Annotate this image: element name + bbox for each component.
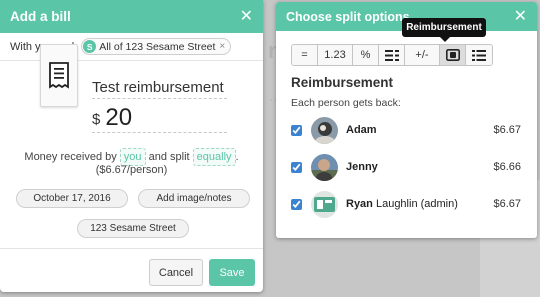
- split-heading: Reimbursement: [291, 75, 394, 90]
- tab-exact-label: 1.23: [324, 49, 346, 61]
- person-row-adam: Adam $6.67: [291, 115, 521, 145]
- group-badge-icon: S: [83, 40, 97, 53]
- split-method-tabs: = 1.23 % +/-: [291, 44, 493, 66]
- person-amount-jenny: $6.66: [493, 161, 521, 173]
- save-button[interactable]: Save: [209, 259, 255, 286]
- add-bill-footer: Cancel Save: [0, 248, 263, 292]
- split-subheading: Each person gets back:: [291, 97, 401, 109]
- tab-equal-label: =: [301, 49, 308, 61]
- cancel-button[interactable]: Cancel: [149, 259, 203, 286]
- group-chip[interactable]: S All of 123 Sesame Street ×: [81, 38, 232, 55]
- person-row-jenny: Jenny $6.66: [291, 152, 521, 182]
- person-amount-adam: $6.67: [493, 124, 521, 136]
- tab-percent[interactable]: %: [353, 45, 379, 65]
- group-chip-label: All of 123 Sesame Street: [99, 40, 216, 53]
- sentence-prefix: Money received by: [24, 151, 117, 163]
- shares-icon: [384, 49, 399, 61]
- add-bill-header: Add a bill ✕: [0, 0, 263, 33]
- remove-group-icon[interactable]: ×: [219, 41, 225, 52]
- person-name-ryan: Ryan Laughlin (admin): [346, 198, 458, 210]
- person-checkbox-jenny[interactable]: [291, 161, 302, 173]
- close-add-bill-icon[interactable]: ✕: [240, 8, 253, 25]
- add-bill-title: Add a bill: [10, 9, 71, 24]
- reimbursement-tooltip: Reimbursement: [402, 18, 486, 42]
- tab-reimbursement[interactable]: [440, 45, 466, 65]
- person-amount-ryan: $6.67: [493, 198, 521, 210]
- amount-input[interactable]: [105, 104, 206, 132]
- person-name-ryan-suffix: Laughlin (admin): [372, 198, 458, 210]
- person-checkbox-adam[interactable]: [291, 124, 302, 136]
- sentence-suffix: .: [235, 151, 239, 163]
- split-options-dialog: Choose split options ✕ Reimbursement = 1…: [276, 2, 537, 238]
- person-name-jenny: Jenny: [346, 161, 378, 173]
- tab-adjustment-label: +/-: [415, 49, 429, 61]
- add-image-notes-button[interactable]: Add image/notes: [138, 189, 250, 208]
- avatar-adam: [311, 116, 338, 144]
- description-input[interactable]: [92, 77, 227, 99]
- split-options-title: Choose split options: [286, 9, 410, 24]
- avatar-ryan: [311, 190, 338, 218]
- currency-symbol: $: [92, 111, 101, 128]
- tab-percent-label: %: [360, 49, 371, 61]
- close-split-options-icon[interactable]: ✕: [514, 8, 527, 25]
- sentence-middle: and split: [148, 151, 190, 163]
- tab-itemized[interactable]: [466, 45, 492, 65]
- per-person-amount: ($6.67/person): [95, 164, 168, 176]
- add-bill-dialog: Add a bill ✕ With you and: S All of 123 …: [0, 0, 263, 292]
- amount-field-wrap: $: [92, 103, 227, 133]
- tab-adjustment[interactable]: +/-: [405, 45, 440, 65]
- avatar-jenny: [311, 153, 338, 181]
- person-name-adam: Adam: [346, 124, 377, 136]
- receipt-category-icon[interactable]: [40, 44, 78, 107]
- tab-shares[interactable]: [379, 45, 405, 65]
- group-select-button[interactable]: 123 Sesame Street: [77, 219, 189, 238]
- reimbursement-icon: [445, 49, 460, 61]
- person-checkbox-ryan[interactable]: [291, 198, 302, 210]
- itemized-icon: [472, 49, 486, 61]
- tab-exact[interactable]: 1.23: [318, 45, 353, 65]
- date-button[interactable]: October 17, 2016: [16, 189, 128, 208]
- person-row-ryan: Ryan Laughlin (admin) $6.67: [291, 189, 521, 219]
- tab-equal[interactable]: =: [292, 45, 318, 65]
